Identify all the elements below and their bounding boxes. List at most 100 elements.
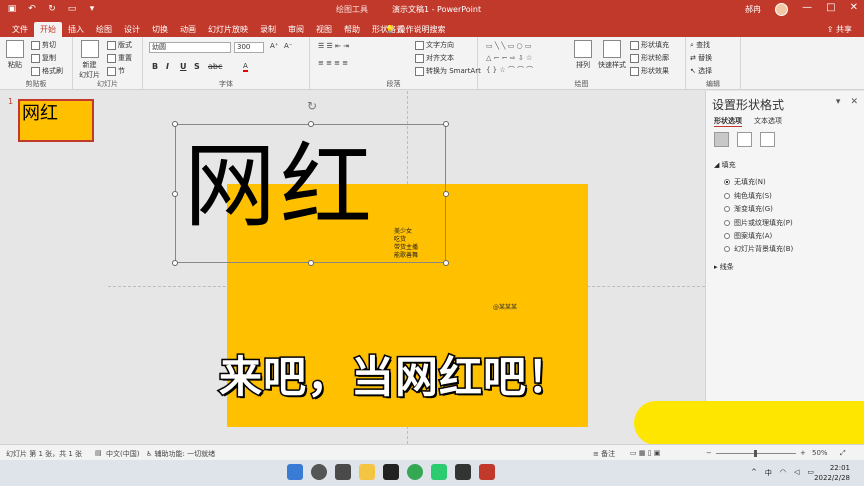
- paste-button[interactable]: 粘贴: [6, 40, 24, 70]
- wechat-icon[interactable]: [431, 464, 447, 480]
- zoom-slider-knob[interactable]: [754, 450, 757, 457]
- search-icon[interactable]: [311, 464, 327, 480]
- effects-pentagon-icon[interactable]: [737, 132, 752, 147]
- section-button[interactable]: 节: [107, 66, 125, 76]
- start-icon[interactable]: [287, 464, 303, 480]
- bold-button[interactable]: B: [152, 62, 158, 71]
- rotate-handle-icon[interactable]: ↻: [307, 99, 317, 113]
- shadow-button[interactable]: S: [194, 62, 200, 71]
- camera-icon[interactable]: [455, 464, 471, 480]
- tab-draw[interactable]: 绘图: [90, 22, 118, 37]
- tab-record[interactable]: 录制: [254, 22, 282, 37]
- customize-icon[interactable]: ▾: [86, 3, 98, 15]
- shrink-font-button[interactable]: A⁻: [284, 42, 292, 50]
- resize-handle-bl[interactable]: [172, 260, 178, 266]
- shape-outline-button[interactable]: 形状轮廓: [630, 53, 669, 63]
- credit-text[interactable]: @某某某: [493, 302, 517, 311]
- save-icon[interactable]: ▣: [6, 3, 18, 15]
- maximize-icon[interactable]: □: [826, 2, 835, 13]
- shape-effects-button[interactable]: 形状效果: [630, 66, 669, 76]
- tab-insert[interactable]: 插入: [62, 22, 90, 37]
- pane-close-icon[interactable]: ✕: [850, 97, 858, 107]
- fit-slide-icon[interactable]: ⤢: [840, 449, 846, 458]
- input-language[interactable]: 中: [765, 468, 772, 478]
- dell-icon[interactable]: [383, 464, 399, 480]
- tab-help[interactable]: 帮助: [338, 22, 366, 37]
- tab-slideshow[interactable]: 幻灯片放映: [202, 22, 254, 37]
- fill-option-picture[interactable]: 图片或纹理填充(P): [724, 218, 793, 228]
- resize-handle-l[interactable]: [172, 191, 178, 197]
- italic-button[interactable]: I: [166, 62, 169, 71]
- copy-button[interactable]: 复制: [31, 53, 56, 63]
- text-direction-button[interactable]: 文字方向: [415, 40, 454, 50]
- resize-handle-r[interactable]: [443, 191, 449, 197]
- spellcheck-icon[interactable]: ▤: [95, 449, 102, 457]
- battery-icon[interactable]: ▭: [807, 468, 814, 478]
- grow-font-button[interactable]: A⁺: [270, 42, 278, 50]
- tab-animations[interactable]: 动画: [174, 22, 202, 37]
- powerpoint-icon[interactable]: [479, 464, 495, 480]
- bullets-button[interactable]: ☰ ☰ ⇤ ⇥: [318, 42, 349, 50]
- tab-shape-options[interactable]: 形状选项: [714, 116, 742, 127]
- font-color-button[interactable]: A: [243, 62, 248, 72]
- fill-option-solid[interactable]: 纯色填充(S): [724, 191, 772, 201]
- tab-review[interactable]: 审阅: [282, 22, 310, 37]
- share-button[interactable]: ⇪ 共享: [827, 24, 852, 35]
- taskbar-clock[interactable]: 22:01 2022/2/28: [814, 463, 850, 483]
- strikethrough-button[interactable]: abc: [208, 62, 222, 71]
- presentation-icon[interactable]: ▭: [66, 3, 78, 15]
- tab-transitions[interactable]: 切换: [146, 22, 174, 37]
- zoom-out-button[interactable]: −: [706, 449, 712, 457]
- language-status[interactable]: 中文(中国): [106, 449, 139, 459]
- tray-chevron-icon[interactable]: ^: [751, 468, 757, 478]
- font-name-select[interactable]: 幼圆: [149, 42, 231, 53]
- fill-option-none[interactable]: 无填充(N): [724, 177, 766, 187]
- zoom-in-button[interactable]: +: [800, 449, 806, 457]
- layout-button[interactable]: 版式: [107, 40, 132, 50]
- volume-icon[interactable]: ◁: [794, 468, 799, 478]
- resize-handle-br[interactable]: [443, 260, 449, 266]
- format-painter-button[interactable]: 格式刷: [31, 66, 63, 76]
- fill-section-header[interactable]: ◢ 填充: [714, 160, 736, 170]
- chrome-icon[interactable]: [407, 464, 423, 480]
- underline-button[interactable]: U: [180, 62, 187, 71]
- resize-handle-tr[interactable]: [443, 121, 449, 127]
- smartart-button[interactable]: 转换为 SmartArt: [415, 66, 481, 76]
- cut-button[interactable]: 剪切: [31, 40, 56, 50]
- fill-option-background[interactable]: 幻灯片背景填充(B): [724, 244, 793, 254]
- notes-button[interactable]: ≡ 备注: [593, 449, 615, 459]
- shapes-gallery[interactable]: ▭ ╲ ╲ ▭ ○ ▭ △ ⌐ ⌐ ⇨ ⇩ ☆{ } ☆ ⌒ ⌒ ⌒: [486, 40, 533, 76]
- shape-fill-button[interactable]: 形状填充: [630, 40, 669, 50]
- find-button[interactable]: ⌕ 查找: [690, 40, 710, 50]
- file-explorer-icon[interactable]: [359, 464, 375, 480]
- align-buttons[interactable]: ≡ ≡ ≡ ≡: [318, 59, 348, 67]
- undo-icon[interactable]: ↶: [26, 3, 38, 15]
- fill-option-pattern[interactable]: 图案填充(A): [724, 231, 772, 241]
- size-properties-icon[interactable]: [760, 132, 775, 147]
- tag-list[interactable]: 美少女 吃货 带货主播 能歌善舞: [394, 228, 418, 260]
- view-buttons[interactable]: ▭ ▦ ▯ ▣: [630, 449, 660, 457]
- reset-button[interactable]: 重置: [107, 53, 132, 63]
- quick-styles-button[interactable]: 快速样式: [598, 40, 626, 70]
- minimize-icon[interactable]: —: [802, 2, 812, 13]
- task-view-icon[interactable]: [335, 464, 351, 480]
- accessibility-status[interactable]: ♿ 辅助功能: 一切就绪: [146, 449, 215, 459]
- user-name[interactable]: 郝冉: [745, 4, 761, 15]
- tab-design[interactable]: 设计: [118, 22, 146, 37]
- resize-handle-t[interactable]: [308, 121, 314, 127]
- tab-home[interactable]: 开始: [34, 22, 62, 37]
- new-slide-button[interactable]: 新建 幻灯片: [79, 40, 100, 80]
- align-text-button[interactable]: 对齐文本: [415, 53, 454, 63]
- replace-button[interactable]: ⇄ 替换: [690, 53, 712, 63]
- pane-options-icon[interactable]: ▾: [836, 97, 841, 107]
- font-size-select[interactable]: 300: [234, 42, 264, 53]
- tab-file[interactable]: 文件: [6, 22, 34, 37]
- big-title-text[interactable]: 网红: [184, 127, 376, 247]
- avatar[interactable]: [775, 3, 788, 16]
- tab-view[interactable]: 视图: [310, 22, 338, 37]
- select-button[interactable]: ↖ 选择: [690, 66, 712, 76]
- redo-icon[interactable]: ↻: [46, 3, 58, 15]
- close-icon[interactable]: ✕: [850, 2, 858, 13]
- fill-option-gradient[interactable]: 渐变填充(G): [724, 204, 773, 214]
- slide-thumbnail[interactable]: 网红: [18, 99, 94, 142]
